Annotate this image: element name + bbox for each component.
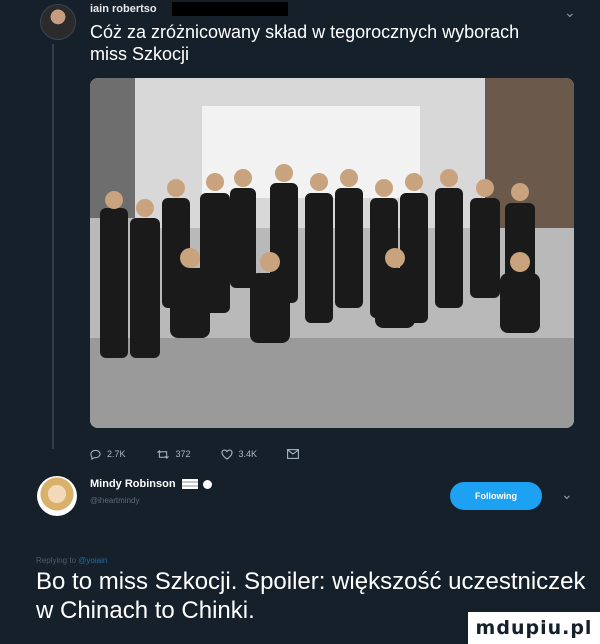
avatar[interactable] — [37, 476, 77, 516]
reply-count: 2.7K — [107, 449, 126, 459]
thread-line — [52, 44, 54, 449]
badge-icon — [202, 479, 212, 489]
reply-icon — [90, 449, 101, 460]
envelope-icon — [287, 449, 300, 459]
avatar[interactable] — [40, 4, 76, 40]
retweet-button[interactable]: 372 — [156, 449, 191, 460]
like-count: 3.4K — [238, 449, 258, 459]
flag-icon — [181, 479, 198, 489]
group-photo-image — [90, 78, 574, 428]
watermark-text: mdupiu.pl — [475, 617, 593, 639]
reply-button[interactable]: 2.7K — [90, 449, 126, 460]
retweet-icon — [156, 449, 169, 459]
direct-message-button[interactable] — [287, 449, 305, 459]
like-button[interactable]: 3.4K — [220, 448, 258, 460]
replying-to: Replying to @yoiain — [36, 556, 107, 565]
display-name-text: Mindy Robinson — [90, 478, 176, 490]
user-handle[interactable]: @iheartmindy — [90, 496, 139, 505]
tweet-username[interactable]: iain robertso — [90, 3, 157, 15]
chevron-down-icon[interactable]: ⌄ — [561, 486, 573, 503]
replying-prefix: Replying to — [36, 556, 77, 565]
mention-link[interactable]: @yoiain — [78, 556, 107, 565]
tweet-text: Cóż za zróżnicowany skład w tegorocznych… — [90, 22, 520, 64]
tweet-photo[interactable] — [90, 78, 574, 428]
chevron-down-icon[interactable]: ⌄ — [564, 4, 576, 21]
retweet-count: 372 — [175, 449, 191, 459]
original-tweet: iain robertso ⌄ Cóż za zróżnicowany skła… — [0, 0, 600, 472]
heart-icon — [220, 448, 233, 460]
following-button[interactable]: Following — [450, 482, 542, 510]
redaction-bar — [172, 2, 288, 16]
tweet-actions: 2.7K 372 3.4K — [90, 446, 335, 462]
display-name[interactable]: Mindy Robinson — [90, 478, 212, 490]
watermark-logo: mdupiu.pl — [468, 612, 600, 644]
